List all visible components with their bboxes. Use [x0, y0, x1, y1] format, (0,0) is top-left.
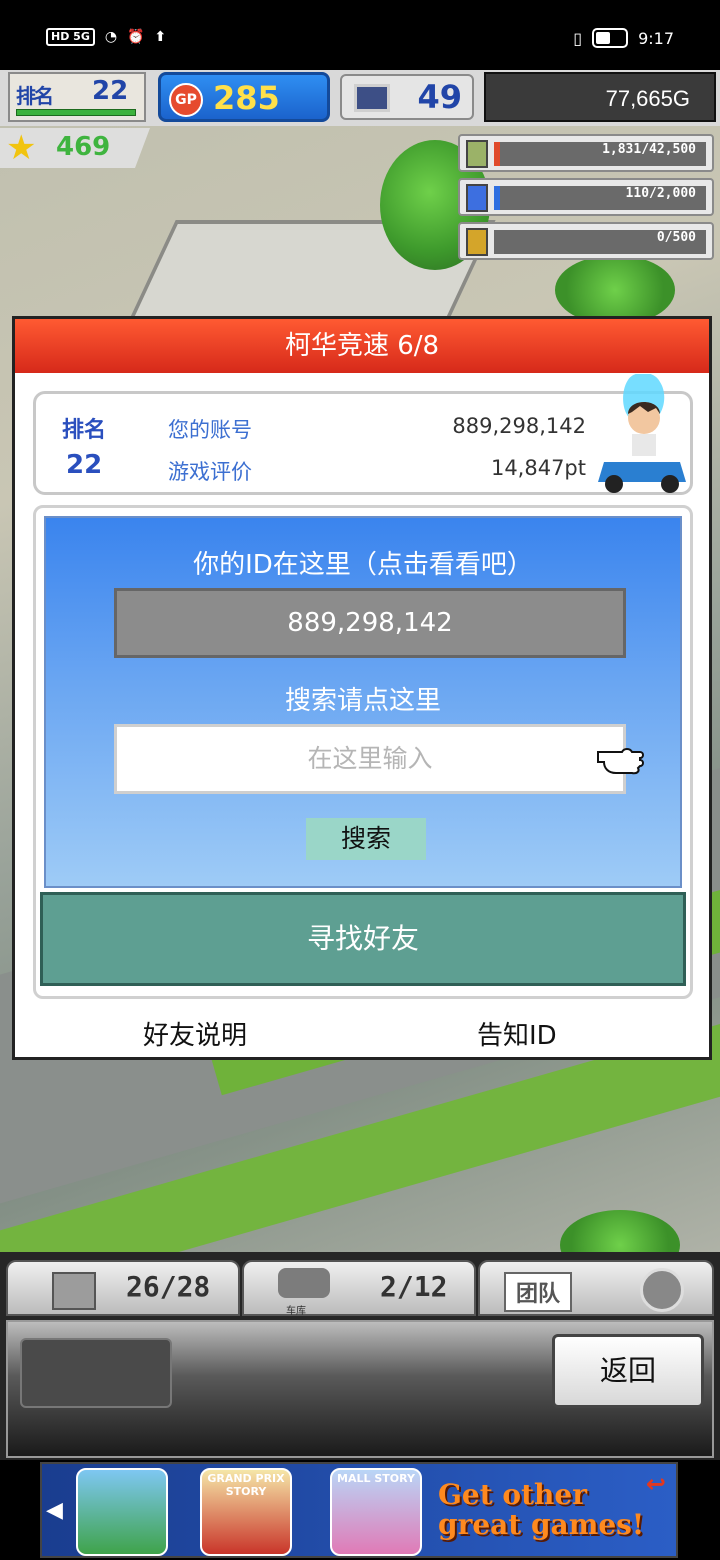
battery-icon — [592, 28, 629, 48]
rating-value: 14,847pt — [490, 456, 586, 480]
rank-display[interactable]: 排名 22 — [8, 72, 146, 122]
search-prompt: 搜索请点这里 — [284, 686, 441, 716]
rank-label: 排名 — [16, 84, 54, 108]
tell-id-link[interactable]: 告知ID — [477, 1015, 557, 1052]
account-label: 您的账号 — [168, 418, 252, 442]
profile-rank-label: 排名 — [62, 418, 107, 443]
ad-banner[interactable]: ◀ GRAND PRIX STORY MALL STORY Get other … — [0, 1460, 720, 1560]
money-value: 77,665G — [605, 86, 690, 111]
resource-value: 0/500 — [656, 230, 696, 245]
gp-value: 285 — [213, 79, 280, 117]
staff-slot[interactable]: 26/28 — [6, 1260, 240, 1316]
resource-value: 110/2,000 — [625, 186, 696, 201]
fuel-icon — [466, 184, 488, 212]
staff-count: 26/28 — [126, 1270, 211, 1303]
message-bar: 返回 — [6, 1320, 714, 1458]
gp-display[interactable]: GP 285 — [158, 72, 330, 122]
status-right: ▯ 9:17 — [573, 28, 674, 48]
ad-game-castle[interactable] — [76, 1468, 168, 1556]
garage-count: 2/12 — [380, 1270, 448, 1303]
search-input[interactable]: 在这里输入 — [114, 724, 626, 794]
back-button[interactable]: 返回 — [552, 1334, 704, 1408]
dialog-title: 柯华竞速 6/8 — [15, 319, 709, 373]
star-icon: ★ — [6, 128, 37, 168]
fame-display: ★ 469 — [0, 128, 150, 168]
return-arrow-icon: ↩ — [645, 1470, 666, 1498]
search-button[interactable]: 搜索 — [306, 818, 426, 860]
resource-fill — [494, 142, 500, 166]
player-profile-card: 排名 22 您的账号 889,298,142 游戏评价 14,847pt — [33, 374, 693, 495]
ad-game-title: MALL STORY — [337, 1472, 415, 1485]
rank-value: 22 — [92, 76, 129, 106]
friend-help-link[interactable]: 好友说明 — [143, 1015, 247, 1052]
friend-dialog: 柯华竞速 6/8 排名 22 您的账号 889,298,142 游戏评价 14,… — [12, 316, 712, 1060]
wifi-icon: ◔ — [104, 29, 118, 45]
garage-slot[interactable]: 车库 2/12 — [242, 1260, 476, 1317]
ad-banner-inner[interactable]: ◀ GRAND PRIX STORY MALL STORY Get other … — [40, 1462, 678, 1558]
research-display[interactable]: 49 — [340, 74, 474, 120]
bush — [555, 255, 675, 325]
computer-icon — [354, 84, 390, 112]
id-panel-blue: 你的ID在这里（点击看看吧） 889,298,142 搜索请点这里 在这里输入 … — [44, 516, 682, 888]
resource-wheat: 0/500 — [458, 222, 714, 260]
id-prompt: 你的ID在这里（点击看看吧） — [193, 550, 533, 580]
clock: 9:17 — [638, 28, 674, 48]
resource-money: 1,831/42,500 — [458, 134, 714, 172]
ad-text[interactable]: Get other great games! — [438, 1480, 668, 1540]
crate-icon — [52, 1272, 96, 1310]
gp-coin-icon: GP — [169, 83, 203, 117]
rating-label: 游戏评价 — [168, 460, 252, 484]
rank-progress-bar — [16, 109, 136, 116]
vibrate-icon: ▯ — [573, 28, 583, 48]
find-friends-button[interactable]: 寻找好友 — [40, 892, 686, 986]
ad-game-title: GRAND PRIX STORY — [207, 1472, 285, 1498]
car-icon — [278, 1268, 330, 1298]
ad-left-arrow-icon[interactable]: ◀ — [46, 1498, 63, 1523]
message-slot — [20, 1338, 172, 1408]
fame-value: 469 — [56, 132, 111, 162]
ad-game-grand-prix[interactable]: GRAND PRIX STORY — [200, 1468, 292, 1556]
resource-fuel: 110/2,000 — [458, 178, 714, 216]
ad-game-mall-story[interactable]: MALL STORY — [330, 1468, 422, 1556]
bottom-bar: 26/28 车库 2/12 团队 返回 — [0, 1252, 720, 1460]
team-slot[interactable]: 团队 — [478, 1260, 714, 1316]
racer-avatar-icon — [598, 374, 686, 493]
team-emblem-icon — [640, 1268, 684, 1312]
team-label: 团队 — [504, 1272, 573, 1312]
garage-label: 车库 — [286, 1306, 306, 1317]
money-bag-icon — [466, 140, 488, 168]
network-indicator: HD 5G — [46, 28, 95, 46]
status-bar: HD 5G ◔ ⏰ ⬆ ▯ 9:17 — [0, 0, 720, 70]
alarm-icon: ⏰ — [127, 29, 145, 45]
my-id-box[interactable]: 889,298,142 — [114, 588, 626, 658]
profile-rank-value: 22 — [66, 450, 103, 480]
resource-value: 1,831/42,500 — [602, 142, 696, 157]
status-left: HD 5G ◔ ⏰ ⬆ — [46, 28, 166, 46]
money-display[interactable]: 77,665G — [484, 72, 716, 122]
top-hud: 排名 22 GP 285 49 77,665G — [0, 70, 720, 126]
resource-fill — [494, 186, 500, 210]
research-value: 49 — [417, 78, 462, 116]
account-value: 889,298,142 — [452, 414, 586, 438]
upload-icon: ⬆ — [154, 29, 167, 45]
id-search-panel: 你的ID在这里（点击看看吧） 889,298,142 搜索请点这里 在这里输入 … — [33, 505, 693, 999]
pointing-hand-icon — [597, 748, 644, 775]
wheat-icon — [466, 228, 488, 256]
